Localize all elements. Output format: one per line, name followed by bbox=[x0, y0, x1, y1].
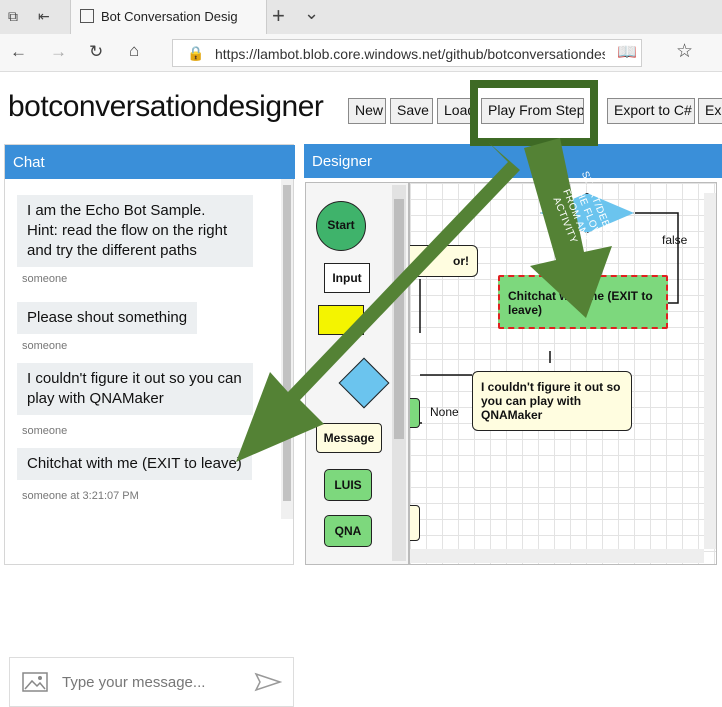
edge-label-none: None bbox=[430, 405, 459, 419]
palette-yellow-activity[interactable] bbox=[318, 305, 364, 335]
lock-icon: 🔒 bbox=[187, 45, 205, 61]
palette-qna[interactable]: QNA bbox=[324, 515, 372, 547]
message-input[interactable]: Type your message... bbox=[62, 674, 205, 691]
flow-chitchat-node[interactable]: Chitchat with me (EXIT to leave) bbox=[498, 275, 668, 329]
refresh-icon[interactable]: ↻ bbox=[89, 43, 103, 60]
palette-scrollbar-thumb[interactable] bbox=[394, 199, 404, 439]
palette-decision[interactable] bbox=[338, 357, 390, 409]
address-field[interactable]: 🔒 https://lambot.blob.core.windows.net/g… bbox=[172, 39, 642, 67]
home-icon[interactable]: ⌂ bbox=[129, 42, 139, 59]
favorite-star-icon[interactable]: ☆ bbox=[676, 42, 693, 61]
chat-message: Chitchat with me (EXIT to leave) bbox=[17, 448, 252, 480]
new-button[interactable]: New bbox=[348, 98, 386, 124]
address-toolbar: ← → ↻ ⌂ 🔒 https://lambot.blob.core.windo… bbox=[0, 34, 722, 72]
address-text: https://lambot.blob.core.windows.net/git… bbox=[215, 46, 605, 62]
back-icon[interactable]: ← bbox=[10, 43, 27, 60]
designer-title: Designer bbox=[304, 144, 722, 178]
chat-message-meta: someone bbox=[22, 273, 68, 285]
export-button-cut[interactable]: Exp bbox=[698, 98, 722, 124]
reading-view-icon[interactable]: 📖 bbox=[617, 45, 637, 61]
tab-list-icon[interactable]: ⧉ bbox=[8, 9, 18, 23]
highlight-box bbox=[470, 80, 598, 146]
edge-label-false: false bbox=[662, 233, 688, 247]
chat-message: Please shout something bbox=[17, 302, 198, 334]
activity-palette: Start Input Message LUIS QNA bbox=[305, 182, 409, 565]
palette-input[interactable]: Input bbox=[324, 263, 370, 293]
save-button[interactable]: Save bbox=[390, 98, 433, 124]
forward-icon[interactable]: → bbox=[50, 43, 67, 60]
send-icon[interactable] bbox=[254, 672, 282, 692]
tab-menu-icon[interactable]: ⌄ bbox=[304, 4, 319, 22]
palette-message[interactable]: Message bbox=[316, 423, 382, 453]
canvas-vertical-scrollbar[interactable] bbox=[704, 193, 716, 549]
palette-luis[interactable]: LUIS bbox=[324, 469, 372, 501]
flow-error-node[interactable]: or! bbox=[410, 245, 478, 277]
flow-qna-node[interactable]: I couldn't figure it out so you can play… bbox=[472, 371, 632, 431]
flow-partial-node[interactable] bbox=[410, 398, 420, 428]
flow-partial-node[interactable] bbox=[410, 505, 420, 541]
flow-canvas[interactable]: false or! Chitchat with me (EXIT to leav… bbox=[409, 182, 717, 565]
chat-message-meta: someone bbox=[22, 340, 68, 352]
new-tab-icon[interactable]: + bbox=[272, 5, 285, 27]
palette-start[interactable]: Start bbox=[316, 201, 366, 251]
canvas-horizontal-scrollbar[interactable] bbox=[410, 549, 704, 563]
chat-message: I am the Echo Bot Sample. Hint: read the… bbox=[17, 195, 253, 267]
set-aside-tabs-icon[interactable]: ⇤ bbox=[38, 9, 50, 23]
chat-title: Chat bbox=[5, 145, 295, 179]
browser-tab[interactable]: Bot Conversation Desig bbox=[70, 0, 267, 34]
app-brand: botconversationdesigner bbox=[8, 90, 324, 123]
chat-message-meta: someone at 3:21:07 PM bbox=[22, 490, 139, 502]
chat-scrollbar-thumb[interactable] bbox=[283, 185, 291, 501]
page-icon bbox=[80, 9, 94, 23]
image-upload-icon[interactable] bbox=[22, 672, 48, 692]
tab-title: Bot Conversation Desig bbox=[101, 9, 238, 24]
chat-message-meta: someone bbox=[22, 425, 68, 437]
browser-tab-bar: ⧉ ⇤ Bot Conversation Desig + ⌄ bbox=[0, 0, 722, 34]
export-csharp-button[interactable]: Export to C# bbox=[607, 98, 695, 124]
chat-message: I couldn't figure it out so you can play… bbox=[17, 363, 253, 415]
chat-input-area: Type your message... bbox=[9, 657, 294, 707]
chat-panel: Chat I am the Echo Bot Sample. Hint: rea… bbox=[4, 144, 295, 707]
